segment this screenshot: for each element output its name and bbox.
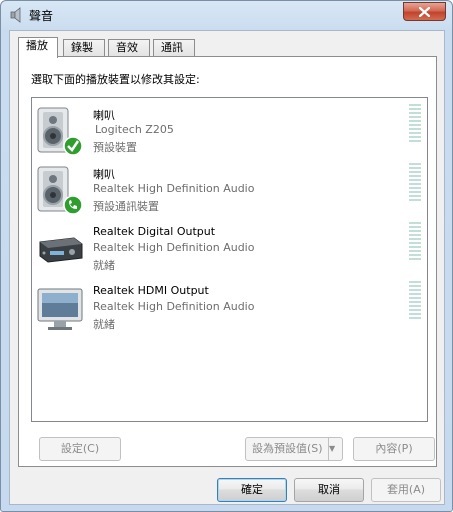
- monitor-icon: [37, 288, 83, 330]
- volume-meter: [409, 163, 421, 203]
- list-item[interactable]: Realtek HDMI Output Realtek High Definit…: [36, 279, 421, 337]
- tab-communications[interactable]: 通訊: [153, 39, 195, 57]
- tab-playback[interactable]: 播放: [18, 37, 58, 58]
- device-name: 喇叭: [93, 109, 115, 122]
- close-icon: [419, 6, 430, 17]
- volume-meter: [409, 222, 421, 262]
- tab-label: 音效: [116, 41, 138, 54]
- set-default-button[interactable]: 設為預設值(S) ▼: [245, 437, 343, 461]
- device-description: Realtek High Definition Audio: [93, 300, 255, 313]
- speaker-app-icon: [10, 7, 21, 23]
- device-status: 預設通訊裝置: [93, 200, 159, 213]
- list-item[interactable]: 喇叭 Realtek High Definition Audio 預設通訊裝置: [36, 161, 421, 219]
- properties-button[interactable]: 內容(P): [353, 437, 435, 461]
- tab-label: 播放: [26, 39, 48, 52]
- receiver-icon: [39, 237, 83, 263]
- volume-meter: [409, 281, 421, 321]
- tab-label: 通訊: [161, 41, 183, 54]
- apply-button[interactable]: 套用(A): [371, 478, 441, 502]
- tab-sounds[interactable]: 音效: [108, 39, 150, 57]
- speaker-icon: [37, 166, 83, 215]
- device-description: Realtek High Definition Audio: [93, 241, 255, 254]
- device-description: Realtek High Definition Audio: [93, 182, 255, 195]
- playback-panel: 選取下面的播放裝置以修改其設定: 喇叭 Logitech Z205 預設裝置 喇…: [18, 56, 437, 467]
- device-name: Realtek Digital Output: [93, 225, 216, 238]
- list-item[interactable]: Realtek Digital Output Realtek High Defi…: [36, 220, 421, 278]
- cancel-button[interactable]: 取消: [294, 478, 364, 502]
- set-default-label: 設為預設值(S): [252, 442, 323, 455]
- speaker-icon: [37, 107, 83, 156]
- sound-dialog: 聲音 播放 錄製 音效 通訊 選取下面的播放裝置以修改其設定: 喇叭 Logit…: [0, 0, 453, 512]
- tab-recording[interactable]: 錄製: [63, 39, 105, 57]
- device-description: Logitech Z205: [95, 123, 174, 136]
- dialog-client-area: 播放 錄製 音效 通訊 選取下面的播放裝置以修改其設定: 喇叭 Logitech…: [9, 30, 445, 505]
- window-title: 聲音: [29, 9, 54, 23]
- instruction-text: 選取下面的播放裝置以修改其設定:: [31, 73, 200, 86]
- close-button[interactable]: [403, 2, 446, 21]
- chevron-down-icon[interactable]: ▼: [328, 438, 342, 460]
- device-name: 喇叭: [93, 168, 115, 181]
- title-bar[interactable]: 聲音: [1, 1, 452, 29]
- device-list[interactable]: 喇叭 Logitech Z205 預設裝置 喇叭 Realtek High De…: [31, 97, 428, 422]
- list-item[interactable]: 喇叭 Logitech Z205 預設裝置: [36, 102, 421, 160]
- volume-meter: [409, 104, 421, 144]
- ok-button[interactable]: 確定: [217, 478, 287, 502]
- configure-button[interactable]: 設定(C): [39, 437, 121, 461]
- device-name: Realtek HDMI Output: [93, 284, 209, 297]
- device-status: 就緒: [93, 259, 115, 272]
- device-status: 就緒: [93, 318, 115, 331]
- tab-label: 錄製: [71, 41, 93, 54]
- device-status: 預設裝置: [93, 141, 137, 154]
